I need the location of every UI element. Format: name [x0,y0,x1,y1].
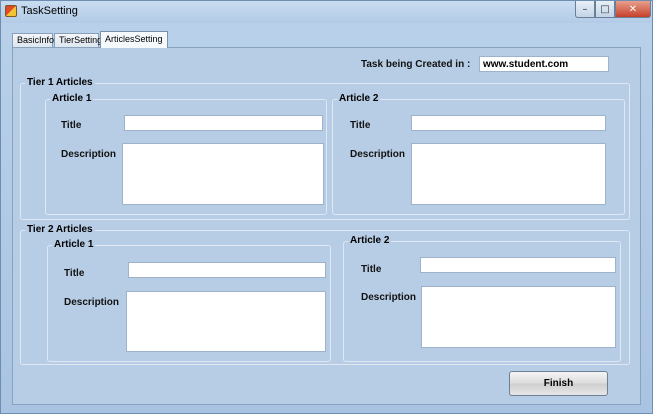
tier1-article1-description-input[interactable] [122,143,324,205]
window-title: TaskSetting [21,5,78,17]
tier1-article1-title-input[interactable] [124,115,323,131]
tier2-articles-group: Tier 2 Articles Article 1 Title Descript… [20,224,630,365]
close-button[interactable]: ✕ [615,1,651,18]
maximize-button[interactable]: □ [595,1,615,18]
tier2-article1-title: Article 1 [52,239,96,250]
task-created-in-field[interactable]: www.student.com [479,56,609,72]
tier2-article2-description-input[interactable] [421,286,616,348]
task-created-in-label: Task being Created in : [361,59,471,70]
tier2-article2-title: Article 2 [348,235,392,246]
tab-tiersetting[interactable]: TierSetting [54,33,102,47]
tier2-article1-group: Article 1 Title Description [47,239,331,362]
tab-basicinfo[interactable]: BasicInfo [12,33,54,47]
tab-articlessetting[interactable]: ArticlesSetting [100,31,168,48]
tier1-article2-title-label: Title [350,120,371,131]
tier2-articles-title: Tier 2 Articles [25,224,95,235]
tier2-article2-title-input[interactable] [420,257,616,273]
tier2-article2-title-label: Title [361,264,382,275]
tier1-article1-title: Article 1 [50,93,94,104]
tier2-article2-group: Article 2 Title Description [343,235,621,362]
app-icon [5,5,17,17]
tier1-article2-title-input[interactable] [411,115,606,131]
tier1-articles-group: Tier 1 Articles Article 1 Title Descript… [20,77,630,220]
tier1-articles-title: Tier 1 Articles [25,77,95,88]
tier2-article1-description-label: Description [64,297,120,308]
minimize-button[interactable]: – [575,1,595,18]
tier2-article1-title-input[interactable] [128,262,326,278]
tier1-article1-group: Article 1 Title Description [45,93,327,215]
tier1-article1-title-label: Title [61,120,82,131]
tier1-article1-description-label: Description [61,149,117,160]
tier2-article2-description-label: Description [361,292,417,303]
title-bar[interactable]: TaskSetting – □ ✕ [1,1,652,23]
tier2-article1-description-input[interactable] [126,291,326,352]
tier1-article2-description-input[interactable] [411,143,606,205]
tier1-article2-title: Article 2 [337,93,381,104]
finish-button[interactable]: Finish [509,371,608,396]
tier2-article1-title-label: Title [64,268,85,279]
tier1-article2-description-label: Description [350,149,406,160]
articles-setting-panel: Task being Created in : www.student.com … [12,47,641,405]
task-setting-window: TaskSetting – □ ✕ BasicInfo TierSetting … [0,0,653,414]
tier1-article2-group: Article 2 Title Description [332,93,625,215]
